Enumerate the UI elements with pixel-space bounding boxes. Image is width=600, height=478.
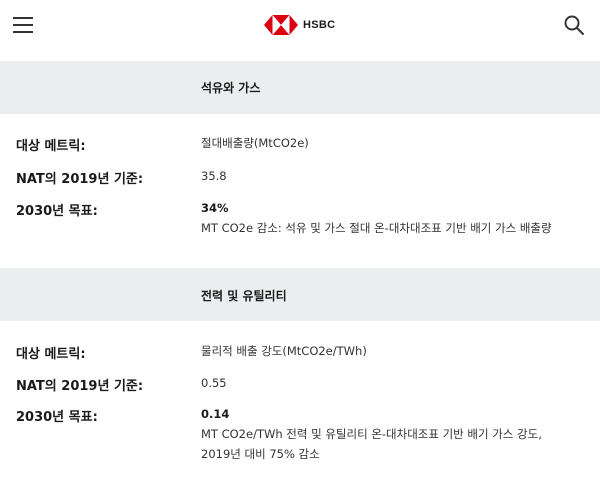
baseline-label: NAT의 2019년 기준: [16, 379, 144, 394]
target-2030-value: 34% MT CO2e 감소: 석유 및 가스 절대 온-대차대조표 기반 배기… [201, 198, 552, 238]
target-2030-description: MT CO2e 감소: 석유 및 가스 절대 온-대차대조표 기반 배기 가스 … [201, 221, 552, 235]
baseline-value: 0.55 [201, 376, 227, 390]
section-title: 전력 및 유틸리티 [201, 289, 287, 303]
hsbc-hexagon-icon [264, 15, 298, 35]
section-band-power-utilities: 전력 및 유틸리티 [0, 268, 600, 321]
target-2030-label: 2030년 목표: [16, 204, 98, 219]
baseline-label: NAT의 2019년 기준: [16, 172, 144, 187]
target-2030-label: 2030년 목표: [16, 410, 98, 425]
hamburger-menu-icon[interactable] [13, 16, 33, 34]
target-2030-description: MT CO2e/TWh 전력 및 유틸리티 온-대차대조표 기반 배기 가스 강… [201, 427, 542, 441]
section-title: 석유와 가스 [201, 81, 261, 95]
target-metric-label: 대상 메트릭: [16, 139, 86, 154]
top-header: HSBC [0, 0, 600, 60]
hsbc-logo[interactable]: HSBC [264, 14, 335, 36]
target-metric-value: 물리적 배출 강도(MtCO2e/TWh) [201, 344, 367, 358]
target-metric-label: 대상 메트릭: [16, 347, 86, 362]
target-2030-value: 0.14 MT CO2e/TWh 전력 및 유틸리티 온-대차대조표 기반 배기… [201, 404, 542, 464]
section-band-oil-gas: 석유와 가스 [0, 61, 600, 114]
target-2030-figure: 0.14 [201, 407, 230, 421]
baseline-value: 35.8 [201, 169, 227, 183]
logo-text: HSBC [303, 19, 336, 31]
target-2030-figure: 34% [201, 201, 229, 215]
search-icon[interactable] [563, 14, 585, 36]
target-metric-value: 절대배출량(MtCO2e) [201, 136, 309, 150]
target-2030-description-line2: 2019년 대비 75% 감소 [201, 447, 320, 461]
